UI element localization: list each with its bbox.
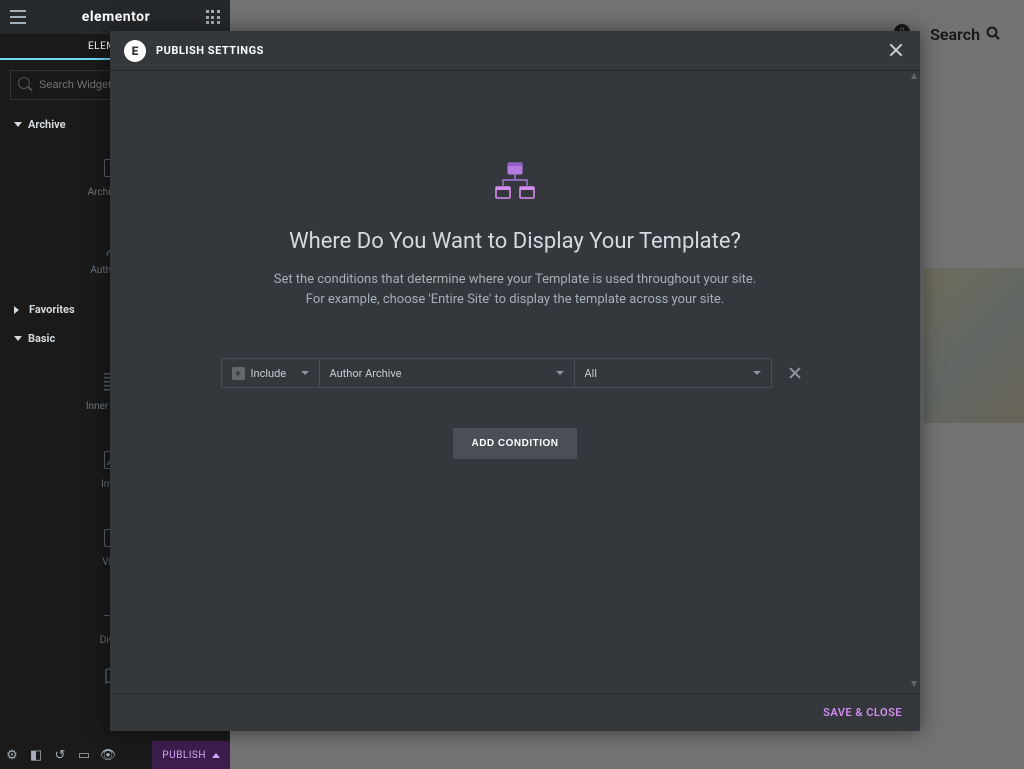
type-label: Author Archive bbox=[330, 367, 402, 380]
section-label: Favorites bbox=[29, 303, 75, 316]
remove-condition-button[interactable] bbox=[780, 358, 810, 388]
chevron-down-icon bbox=[301, 371, 309, 375]
modal-header: E PUBLISH SETTINGS bbox=[110, 31, 920, 71]
condition-row: + Include Author Archive All bbox=[150, 358, 880, 388]
condition-type-select[interactable]: Author Archive bbox=[319, 358, 574, 388]
add-condition-button[interactable]: ADD CONDITION bbox=[453, 428, 576, 459]
publish-settings-modal: E PUBLISH SETTINGS Where Do You Want to … bbox=[110, 31, 920, 731]
close-icon[interactable] bbox=[886, 41, 906, 61]
modal-heading: Where Do You Want to Display Your Templa… bbox=[150, 229, 880, 254]
section-label: Archive bbox=[28, 118, 66, 131]
brand-logo: elementor bbox=[82, 9, 150, 25]
chevron-down-icon bbox=[14, 336, 22, 341]
settings-icon[interactable]: ⚙ bbox=[0, 741, 24, 769]
scope-label: All bbox=[585, 367, 598, 380]
panel-footer: ⚙ ◧ ↺ ▭ 👁 PUBLISH bbox=[0, 741, 230, 769]
condition-scope-select[interactable]: All bbox=[574, 358, 772, 388]
search-icon bbox=[18, 77, 30, 89]
modal-footer: SAVE & CLOSE bbox=[110, 693, 920, 731]
elementor-logo-icon: E bbox=[124, 40, 146, 62]
section-label: Basic bbox=[28, 332, 55, 345]
publish-button[interactable]: PUBLISH bbox=[152, 741, 230, 769]
panel-header: elementor bbox=[0, 0, 230, 34]
publish-label: PUBLISH bbox=[162, 750, 206, 761]
chevron-down-icon bbox=[753, 371, 761, 375]
condition-include-select[interactable]: + Include bbox=[221, 358, 319, 388]
include-icon: + bbox=[232, 367, 245, 380]
sitemap-icon bbox=[150, 161, 880, 201]
chevron-up-icon bbox=[212, 753, 220, 758]
widgets-grid-icon[interactable] bbox=[206, 10, 220, 24]
modal-description: Set the conditions that determine where … bbox=[235, 270, 795, 310]
chevron-right-icon bbox=[14, 306, 23, 314]
modal-body: Where Do You Want to Display Your Templa… bbox=[110, 71, 920, 693]
include-label: Include bbox=[251, 367, 287, 380]
preview-icon[interactable]: 👁 bbox=[96, 741, 120, 769]
responsive-icon[interactable]: ▭ bbox=[72, 741, 96, 769]
menu-icon[interactable] bbox=[10, 10, 26, 24]
modal-title: PUBLISH SETTINGS bbox=[156, 44, 264, 57]
navigator-icon[interactable]: ◧ bbox=[24, 741, 48, 769]
save-close-button[interactable]: SAVE & CLOSE bbox=[823, 706, 902, 719]
chevron-down-icon bbox=[556, 371, 564, 375]
chevron-down-icon bbox=[14, 122, 22, 127]
history-icon[interactable]: ↺ bbox=[48, 741, 72, 769]
